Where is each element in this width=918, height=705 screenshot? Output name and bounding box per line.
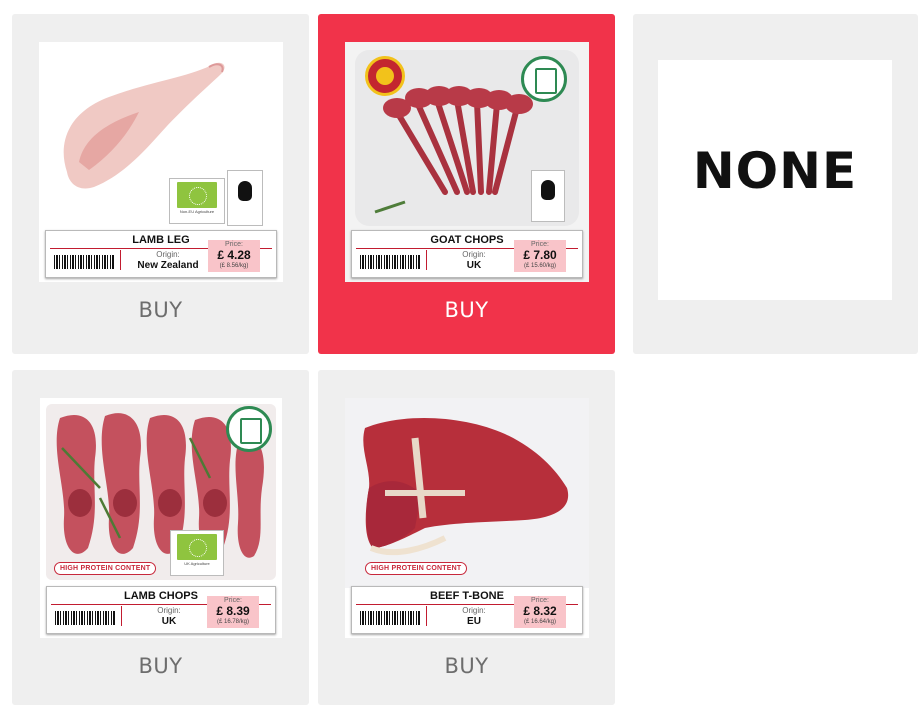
pdo-seal-icon [365,56,405,96]
carbon-footprint-badge [227,170,263,226]
origin-value: UK [161,616,177,627]
price-value: £ 7.80 [523,248,557,262]
high-protein-label: HIGH PROTEIN CONTENT [54,562,157,575]
footprint-icon [238,181,252,201]
price-value: £ 4.28 [217,248,251,262]
product-card-lamb-chops[interactable]: UK Agriculture HIGH PROTEIN CONTENT LAMB… [12,370,309,705]
carbon-footprint-badge [531,170,565,222]
product-image: HIGH PROTEIN CONTENT BEEF T-BONE Origin:… [345,398,589,638]
buy-button[interactable]: BUY [12,654,309,678]
product-card-lamb-leg[interactable]: Non-EU Agriculture LAMB LEG Origin: New … [12,14,309,354]
origin-label: Origin: [462,606,486,615]
price-box: Price: £ 4.28 (£ 8.56/kg) [208,240,260,272]
buy-button[interactable]: BUY [318,654,615,678]
product-image: Non-EU Agriculture LAMB LEG Origin: New … [39,42,283,282]
high-protein-label: HIGH PROTEIN CONTENT [365,562,468,575]
welfare-seal-icon [226,406,272,452]
product-card-goat-chops[interactable]: GOAT CHOPS Origin: UK Price: £ 7.80 (£ 1… [318,14,615,354]
price-box: Price: £ 8.32 (£ 16.64/kg) [514,596,566,628]
none-label: NONE [692,142,858,200]
footprint-icon [541,180,555,200]
origin-value: EU [467,616,481,627]
origin-box: Origin: UK [426,250,522,271]
barcode-icon [55,611,115,625]
origin-box: Origin: UK [121,606,217,627]
price-value: £ 8.39 [216,604,250,618]
barcode-icon [54,255,114,269]
price-tag: GOAT CHOPS Origin: UK Price: £ 7.80 (£ 1… [351,230,583,278]
price-per-kg: (£ 16.78/kg) [216,619,250,625]
origin-label: Origin: [156,250,180,259]
price-box: Price: £ 8.39 (£ 16.78/kg) [207,596,259,628]
product-card-beef-t-bone[interactable]: HIGH PROTEIN CONTENT BEEF T-BONE Origin:… [318,370,615,705]
origin-value: UK [466,260,482,271]
beef-t-bone-image [345,398,589,588]
origin-value: New Zealand [137,260,199,271]
eu-organic-badge: Non-EU Agriculture [169,178,225,224]
price-tag: BEEF T-BONE Origin: EU Price: £ 8.32 (£ … [351,586,583,634]
price-per-kg: (£ 15.60/kg) [523,263,557,269]
eu-organic-leaf-icon [177,182,217,208]
price-tag: LAMB CHOPS Origin: UK Price: £ 8.39 (£ 1… [46,586,276,634]
origin-label: Origin: [157,606,181,615]
price-per-kg: (£ 16.64/kg) [523,619,557,625]
origin-box: Origin: EU [426,606,522,627]
price-per-kg: (£ 8.56/kg) [219,263,249,269]
eu-organic-leaf-icon [177,534,217,560]
barcode-icon [360,255,420,269]
badge-caption: Non-EU Agriculture [179,209,215,214]
product-image: UK Agriculture HIGH PROTEIN CONTENT LAMB… [40,398,282,638]
welfare-seal-icon [521,56,567,102]
origin-label: Origin: [462,250,486,259]
price-value: £ 8.32 [523,604,557,618]
buy-button[interactable]: BUY [318,298,615,322]
product-image: GOAT CHOPS Origin: UK Price: £ 7.80 (£ 1… [345,42,589,282]
price-tag: LAMB LEG Origin: New Zealand Price: £ 4.… [45,230,277,278]
price-box: Price: £ 7.80 (£ 15.60/kg) [514,240,566,272]
none-option[interactable]: NONE [658,60,892,300]
product-card-none[interactable]: NONE [633,14,918,354]
eu-organic-badge: UK Agriculture [170,530,224,576]
badge-caption: UK Agriculture [184,561,210,566]
buy-button[interactable]: BUY [12,298,309,322]
barcode-icon [360,611,420,625]
origin-box: Origin: New Zealand [120,250,216,271]
